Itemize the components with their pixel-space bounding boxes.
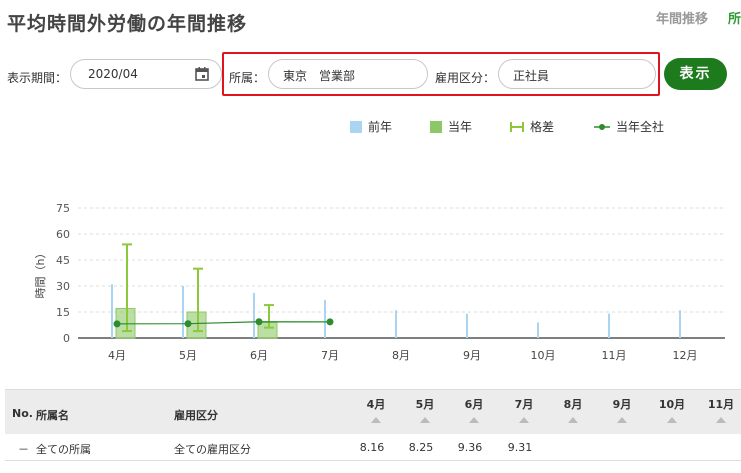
month-header-label: 4月 bbox=[366, 398, 386, 411]
prev-year-bar bbox=[253, 292, 255, 338]
month-header[interactable]: 5月 bbox=[408, 396, 442, 423]
legend-prev-year-swatch bbox=[350, 120, 362, 133]
month-header-label: 7月 bbox=[514, 398, 534, 411]
period-label: 表示期間： bbox=[7, 71, 68, 85]
month-header-label: 6月 bbox=[464, 398, 484, 411]
x-tick-label: 12月 bbox=[673, 349, 698, 362]
month-header[interactable]: 10月 bbox=[655, 396, 689, 423]
overtime-chart: 0 15 30 45 60 75 時間（h） 4月 5月 6月 7月 8月 9月 10月 11月 12月 bbox=[34, 202, 725, 362]
prev-year-bar bbox=[395, 310, 397, 338]
sort-arrow-icon[interactable] bbox=[617, 417, 627, 423]
period-value: 2020/04 bbox=[88, 67, 138, 81]
y-tick-label: 60 bbox=[56, 228, 70, 241]
month-header[interactable]: 11月 bbox=[704, 396, 738, 423]
line-marker-icon bbox=[594, 123, 610, 130]
errorbar-icon bbox=[510, 121, 524, 132]
header-employment: 雇用区分 bbox=[174, 409, 218, 422]
tab-department[interactable]: 所 bbox=[728, 8, 741, 27]
header-dept: 所属名 bbox=[36, 409, 69, 422]
legend-this-year[interactable]: 当年 bbox=[430, 118, 472, 135]
x-tick-label: 7月 bbox=[321, 349, 339, 362]
company-point bbox=[113, 320, 121, 328]
page-title: 平均時間外労働の年間推移 bbox=[7, 13, 248, 35]
y-tick-label: 30 bbox=[56, 280, 70, 293]
legend-diff-label: 格差 bbox=[530, 120, 555, 134]
period-field[interactable]: 2020/04 bbox=[70, 59, 222, 89]
company-point bbox=[184, 320, 192, 328]
month-header-label: 10月 bbox=[658, 398, 686, 411]
company-point bbox=[255, 318, 263, 326]
sort-arrow-icon[interactable] bbox=[716, 417, 726, 423]
tab-annual-trend[interactable]: 年間推移 bbox=[656, 8, 708, 27]
top-tabs: 年間推移 所 bbox=[656, 8, 741, 27]
month-header[interactable]: 6月 bbox=[457, 396, 491, 423]
month-header-label: 9月 bbox=[612, 398, 632, 411]
row-employment: 全ての雇用区分 bbox=[174, 443, 251, 456]
y-tick-label: 75 bbox=[56, 202, 70, 215]
month-header-label: 8月 bbox=[563, 398, 583, 411]
sort-arrow-icon[interactable] bbox=[420, 417, 430, 423]
legend-company-label: 当年全社 bbox=[616, 120, 665, 134]
month-header[interactable]: 8月 bbox=[556, 396, 590, 423]
month-header-label: 5月 bbox=[415, 398, 435, 411]
legend-company[interactable]: 当年全社 bbox=[594, 118, 664, 135]
legend-this-year-label: 当年 bbox=[448, 120, 473, 134]
month-value: 9.36 bbox=[457, 441, 483, 454]
x-tick-label: 9月 bbox=[463, 349, 481, 362]
highlight-frame bbox=[222, 52, 660, 96]
month-value: 8.16 bbox=[359, 441, 385, 454]
prev-year-bar bbox=[466, 313, 468, 338]
company-point bbox=[326, 318, 334, 326]
header-no: No. bbox=[12, 407, 33, 420]
calendar-icon[interactable] bbox=[195, 67, 209, 81]
table-row: － 全ての所属 全ての雇用区分 8.16 8.25 9.36 9.31 bbox=[5, 434, 741, 461]
x-tick-label: 11月 bbox=[602, 349, 627, 362]
prev-year-bar bbox=[111, 284, 113, 338]
row-no: － bbox=[18, 443, 29, 456]
y-tick-label: 0 bbox=[63, 332, 70, 345]
x-tick-label: 10月 bbox=[531, 349, 556, 362]
row-dept: 全ての所属 bbox=[36, 443, 91, 456]
sort-arrow-icon[interactable] bbox=[667, 417, 677, 423]
show-button[interactable]: 表示 bbox=[664, 58, 727, 90]
month-header-label: 11月 bbox=[707, 398, 735, 411]
prev-year-bar bbox=[679, 310, 681, 338]
x-tick-label: 8月 bbox=[392, 349, 410, 362]
month-value: 9.31 bbox=[507, 441, 533, 454]
y-tick-label: 45 bbox=[56, 254, 70, 267]
x-tick-label: 4月 bbox=[108, 349, 126, 362]
legend-prev-year-label: 前年 bbox=[368, 120, 393, 134]
legend-prev-year[interactable]: 前年 bbox=[350, 118, 392, 135]
summary-table: No. 所属名 雇用区分 4月 5月 6月 7月 8月 9月 10月 11月 － 全ての所属 … bbox=[5, 389, 741, 461]
x-tick-label: 6月 bbox=[250, 349, 268, 362]
y-axis-label: 時間（h） bbox=[34, 248, 47, 299]
y-tick-label: 15 bbox=[56, 306, 70, 319]
company-line bbox=[116, 321, 331, 325]
prev-year-bar bbox=[537, 322, 539, 338]
x-tick-label: 5月 bbox=[179, 349, 197, 362]
legend-diff[interactable]: 格差 bbox=[510, 118, 554, 135]
prev-year-bar bbox=[608, 313, 610, 338]
month-value: 8.25 bbox=[408, 441, 434, 454]
prev-year-bar bbox=[182, 286, 184, 338]
month-header[interactable]: 4月 bbox=[359, 396, 393, 423]
sort-arrow-icon[interactable] bbox=[568, 417, 578, 423]
month-header[interactable]: 7月 bbox=[507, 396, 541, 423]
prev-year-bar bbox=[324, 299, 326, 338]
table-header: No. 所属名 雇用区分 4月 5月 6月 7月 8月 9月 10月 11月 bbox=[5, 389, 741, 434]
sort-arrow-icon[interactable] bbox=[519, 417, 529, 423]
month-header[interactable]: 9月 bbox=[605, 396, 639, 423]
legend-this-year-swatch bbox=[430, 120, 442, 133]
sort-arrow-icon[interactable] bbox=[469, 417, 479, 423]
sort-arrow-icon[interactable] bbox=[371, 417, 381, 423]
